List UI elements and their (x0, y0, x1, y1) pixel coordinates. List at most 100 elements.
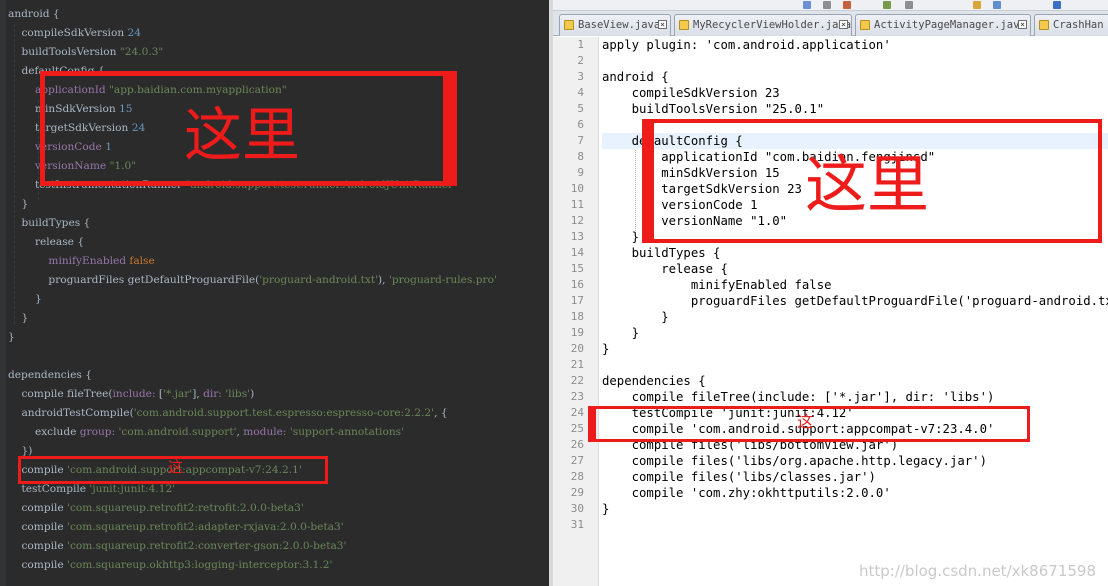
line-number: 5 (577, 102, 584, 115)
code-line: proguardFiles getDefaultProguardFile('pr… (690, 294, 1108, 308)
java-file-icon (860, 20, 870, 30)
line-number: 10 (570, 182, 584, 195)
code-line: release { (8, 236, 85, 248)
line-number: 8 (577, 150, 584, 163)
line-number: 6 (577, 118, 584, 131)
line-number: 3 (577, 70, 584, 83)
line-number: 22 (570, 374, 584, 387)
code-line: compile 'com.squareup.retrofit2:retrofit… (8, 502, 304, 514)
left-editor-gutter (0, 0, 6, 586)
tab-crashhandler[interactable]: CrashHan (1034, 14, 1108, 36)
code-line: android { (8, 8, 60, 20)
code-line: compile 'com.zhy:okhttputils:2.0.0' (602, 486, 891, 500)
toolbar (553, 0, 1108, 11)
close-icon[interactable]: × (1018, 20, 1027, 29)
close-icon[interactable]: × (658, 20, 667, 29)
toolbar-icon[interactable] (803, 1, 811, 9)
code-line: proguardFiles getDefaultProguardFile('pr… (8, 274, 497, 286)
code-line: } (8, 312, 29, 324)
line-number: 7 (577, 134, 584, 147)
right-editor-window: BaseView.java × MyRecyclerViewHolder.jav… (553, 0, 1108, 586)
java-file-icon (564, 20, 574, 30)
code-line: minifyEnabled false (602, 278, 832, 292)
line-number: 13 (570, 230, 584, 243)
code-line: buildToolsVersion "25.0.1" (602, 102, 825, 116)
code-line: compile files('libs/org.apache.http.lega… (602, 454, 987, 468)
line-number: 15 (570, 262, 584, 275)
line-number: 27 (570, 454, 584, 467)
annotation-label-right: 这里 (805, 148, 930, 221)
toolbar-icon[interactable] (1053, 1, 1061, 9)
line-number: 31 (570, 518, 584, 531)
code-line: buildToolsVersion "24.0.3" (8, 46, 164, 58)
code-line: android { (602, 70, 669, 84)
line-number: 11 (570, 198, 584, 211)
annotation-small-left: 这 (168, 458, 184, 476)
code-line: buildTypes { (602, 246, 721, 260)
line-number-gutter: 1 2 3 4 5 6 7 8 9 10 11 12 13 14 15 16 17 18 19 20 21 22 23 24 2… (553, 37, 599, 586)
code-line: androidTestCompile('com.android.support.… (8, 407, 448, 419)
toolbar-icon[interactable] (905, 1, 913, 9)
code-line: } (8, 331, 15, 343)
line-number: 23 (570, 390, 584, 403)
code-line: } (602, 342, 610, 356)
code-line: } (8, 198, 29, 210)
annotation-small-right: 这 (797, 412, 814, 431)
tab-label: MyRecyclerViewHolder.java (693, 19, 852, 31)
tab-label: ActivityPageManager.java (874, 19, 1026, 31)
code-line: compile 'com.squareup.okhttp3:logging-in… (8, 559, 333, 571)
code-line: } (602, 310, 669, 324)
watermark: http://blog.csdn.net/xk8671598 (858, 562, 1096, 580)
line-number: 29 (570, 486, 584, 499)
line-number: 20 (570, 342, 584, 355)
line-number: 28 (570, 470, 584, 483)
tab-label: CrashHan (1053, 19, 1104, 31)
line-number: 9 (577, 166, 584, 179)
tab-label: BaseView.java (578, 19, 661, 31)
code-line: exclude group: 'com.android.support', mo… (8, 426, 404, 438)
tab-baseview[interactable]: BaseView.java × (559, 14, 671, 36)
line-number: 4 (577, 86, 584, 99)
line-number: 18 (570, 310, 584, 323)
code-line: compile 'com.squareup.retrofit2:adapter-… (8, 521, 344, 533)
line-number: 14 (570, 246, 584, 259)
line-number: 19 (570, 326, 584, 339)
code-line: } (602, 326, 640, 340)
line-number: 12 (570, 214, 584, 227)
close-icon[interactable]: × (839, 20, 848, 29)
toolbar-icon[interactable] (993, 1, 1001, 9)
code-line: } (602, 502, 610, 516)
code-line: compile 'com.squareup.retrofit2:converte… (8, 540, 347, 552)
code-line: minifyEnabled false (8, 255, 155, 267)
code-line: compile fileTree(include: ['*.jar'], dir… (602, 390, 995, 404)
code-line: release { (602, 262, 728, 276)
code-line: compile fileTree(include: ['*.jar'], dir… (8, 388, 255, 400)
annotation-label-left: 这里 (184, 101, 301, 169)
tab-activitypagemanager[interactable]: ActivityPageManager.java × (855, 14, 1031, 36)
java-file-icon (1039, 20, 1049, 30)
code-line: compileSdkVersion 24 (8, 27, 141, 39)
line-number: 1 (577, 38, 584, 51)
left-code-editor[interactable]: android { compileSdkVersion 24 buildTool… (0, 0, 549, 586)
code-line: dependencies { (602, 374, 706, 388)
code-line: compile files('libs/classes.jar') (602, 470, 876, 484)
tab-myrecyclerviewholder[interactable]: MyRecyclerViewHolder.java × (674, 14, 852, 36)
code-line: apply plugin: 'com.android.application' (602, 38, 891, 52)
toolbar-icon[interactable] (973, 1, 981, 9)
code-line: } (8, 293, 42, 305)
java-file-icon (679, 20, 689, 30)
toolbar-icon[interactable] (843, 1, 851, 9)
line-number: 21 (570, 358, 584, 371)
right-code-lines: apply plugin: 'com.android.application' a… (602, 37, 1108, 533)
toolbar-icon[interactable] (883, 1, 891, 9)
line-number: 16 (570, 278, 584, 291)
editor-tab-bar: BaseView.java × MyRecyclerViewHolder.jav… (553, 11, 1108, 36)
toolbar-icon[interactable] (823, 1, 831, 9)
line-number: 30 (570, 502, 584, 515)
line-number: 2 (577, 54, 584, 67)
code-line: buildTypes { (8, 217, 91, 229)
